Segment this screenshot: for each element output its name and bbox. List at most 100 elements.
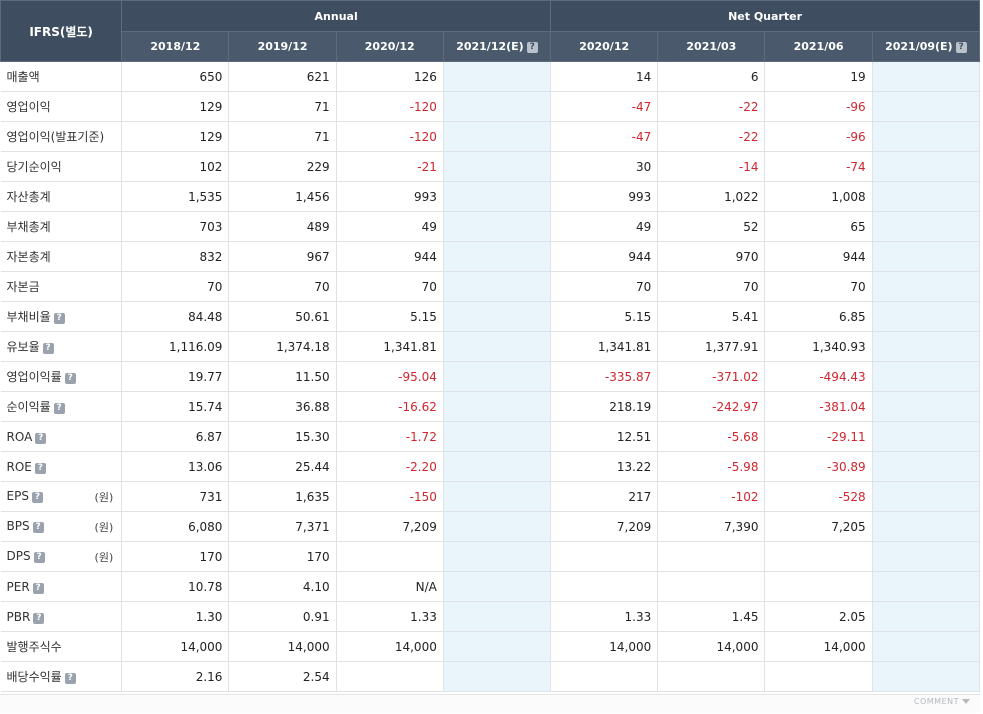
value-cell: -5.98 — [657, 451, 766, 482]
value-cell: 650 — [121, 61, 230, 92]
help-icon[interactable]: ? — [53, 403, 65, 414]
value-cell: 71 — [228, 121, 337, 152]
value-cell: 217 — [550, 481, 659, 512]
value-cell: 84.48 — [121, 301, 230, 332]
estimate-value-cell — [443, 421, 552, 452]
row-label: EPS? (원) — [0, 481, 123, 512]
annual-group-header: Annual — [121, 0, 552, 32]
help-icon[interactable]: ? — [42, 343, 54, 354]
value-cell: 6,080 — [121, 511, 230, 542]
value-cell: -335.87 — [550, 361, 659, 392]
value-cell: 13.22 — [550, 451, 659, 482]
help-icon[interactable]: ? — [34, 462, 46, 474]
estimate-value-cell — [443, 571, 552, 602]
value-cell: 967 — [228, 241, 337, 272]
value-cell: -14 — [657, 151, 766, 182]
estimate-value-cell — [443, 271, 552, 302]
value-cell: 71 — [228, 91, 337, 122]
estimate-value-cell — [443, 391, 552, 422]
value-cell: 1,341.81 — [550, 331, 659, 362]
help-icon[interactable]: ? — [31, 491, 43, 503]
row-label: 배당수익률? — [0, 661, 123, 692]
value-cell: 49 — [550, 211, 659, 242]
help-icon[interactable]: ? — [955, 42, 967, 53]
help-icon[interactable]: ? — [53, 313, 65, 324]
value-cell — [657, 661, 766, 692]
estimate-value-cell — [443, 91, 552, 122]
table-row: 매출액 650 621 126 14 6 19 — [0, 61, 981, 92]
row-label-text: 순이익률 — [6, 400, 51, 414]
value-cell: 12.51 — [550, 421, 659, 452]
table-row: 자산총계 1,535 1,456 993 993 1,022 1,008 — [0, 181, 981, 212]
help-icon[interactable]: ? — [32, 582, 44, 594]
value-cell: 11.50 — [228, 361, 337, 392]
help-icon[interactable]: ? — [526, 42, 538, 53]
period-header: 2020/12 — [335, 31, 444, 62]
row-label: BPS? (원) — [0, 511, 123, 542]
row-label: 부채비율? — [0, 301, 123, 332]
estimate-value-cell — [872, 331, 981, 362]
comment-toggle[interactable]: COMMENT — [914, 697, 970, 706]
row-label: ROE? — [0, 451, 123, 482]
value-cell — [550, 541, 659, 572]
value-cell: 70 — [657, 271, 766, 302]
value-cell: 126 — [336, 61, 444, 92]
value-cell — [657, 571, 766, 602]
estimate-value-cell — [872, 361, 981, 392]
chevron-down-icon — [962, 699, 970, 704]
value-cell — [764, 661, 873, 692]
value-cell: 621 — [228, 61, 337, 92]
value-cell — [764, 571, 873, 602]
value-cell: 229 — [228, 151, 337, 182]
estimate-value-cell — [443, 331, 552, 362]
table-row: 자본금 70 70 70 70 70 70 — [0, 271, 981, 302]
estimate-value-cell — [872, 271, 981, 302]
help-icon[interactable]: ? — [33, 551, 45, 563]
row-label-text: 부채총계 — [6, 220, 51, 234]
table-row: 자본총계 832 967 944 944 970 944 — [0, 241, 981, 272]
period-header-estimate: 2021/09(E)? — [871, 31, 981, 62]
value-cell: 1,341.81 — [336, 331, 444, 362]
row-label: 영업이익 — [0, 91, 123, 122]
help-icon[interactable]: ? — [64, 373, 76, 384]
help-icon[interactable]: ? — [35, 432, 47, 444]
value-cell: 7,205 — [764, 511, 873, 542]
value-cell: 970 — [657, 241, 766, 272]
table-row: ROA? 6.87 15.30 -1.72 12.51 -5.68 -29.11 — [0, 421, 981, 452]
row-label: 영업이익(발표기준) — [0, 121, 123, 152]
row-label-text: PER — [6, 579, 30, 594]
table-row: 부채비율? 84.48 50.61 5.15 5.15 5.41 6.85 — [0, 301, 981, 332]
value-cell: -47 — [550, 121, 659, 152]
value-cell: 218.19 — [550, 391, 659, 422]
table-row: 배당수익률? 2.16 2.54 — [0, 661, 981, 692]
row-label: 당기순이익 — [0, 151, 123, 182]
value-cell: 10.78 — [121, 571, 230, 602]
value-cell: 15.74 — [121, 391, 230, 422]
row-label-text: 매출액 — [6, 70, 40, 84]
value-cell: -29.11 — [764, 421, 873, 452]
help-icon[interactable]: ? — [33, 612, 45, 624]
row-label: 부채총계 — [0, 211, 123, 242]
table-row: BPS? (원) 6,080 7,371 7,209 7,209 7,390 7,205 — [0, 511, 981, 542]
estimate-value-cell — [443, 301, 552, 332]
row-label-text: PBR — [6, 609, 31, 624]
row-label-text: 자산총계 — [6, 190, 51, 204]
row-label: ROA? — [0, 421, 123, 452]
value-cell: -95.04 — [336, 361, 444, 392]
help-icon[interactable]: ? — [64, 673, 76, 684]
table-body: 매출액 650 621 126 14 6 19 영업이익 129 71 -120 -47 -22 -96 영… — [0, 61, 981, 692]
help-icon[interactable]: ? — [32, 521, 44, 533]
row-label: 매출액 — [0, 61, 123, 92]
value-cell: 489 — [228, 211, 337, 242]
value-cell: 1,377.91 — [657, 331, 766, 362]
table-row: 영업이익 129 71 -120 -47 -22 -96 — [0, 91, 981, 122]
value-cell: -22 — [657, 91, 766, 122]
value-cell — [336, 661, 444, 692]
estimate-value-cell — [872, 511, 981, 542]
value-cell: 2.16 — [121, 661, 230, 692]
value-cell: 1,340.93 — [764, 331, 873, 362]
table-row: 유보율? 1,116.09 1,374.18 1,341.81 1,341.81 1,37… — [0, 331, 981, 362]
value-cell: -1.72 — [336, 421, 444, 452]
value-cell: -371.02 — [657, 361, 766, 392]
value-cell — [657, 541, 766, 572]
